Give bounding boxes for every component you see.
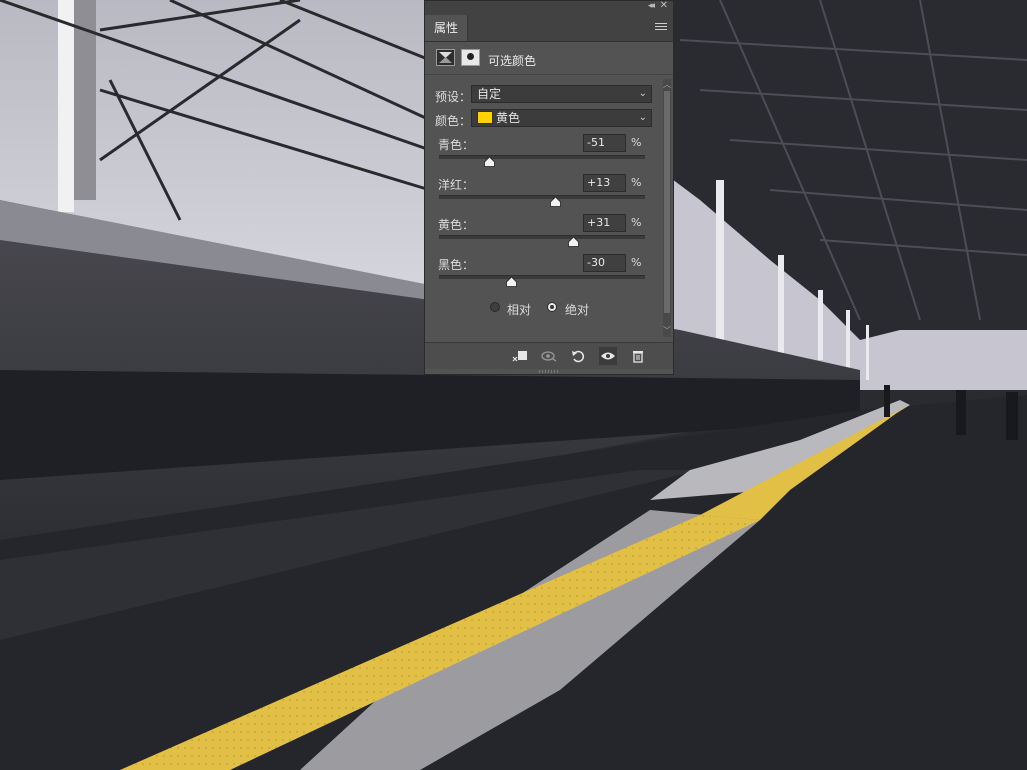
slider-thumb[interactable] xyxy=(568,237,580,247)
resize-grip[interactable] xyxy=(539,370,559,373)
clip-to-layer-icon[interactable] xyxy=(511,347,529,365)
slider-value-input[interactable]: -30 xyxy=(583,254,626,272)
preset-value: 自定 xyxy=(477,87,502,101)
slider-thumb[interactable] xyxy=(484,157,495,167)
panel-scrollbar[interactable]: ︿ ﹀ xyxy=(663,79,671,337)
properties-panel: ◂◂ ✕ 属性 可选颜色 预设： 自定 ⌄ 颜色： 黄色 ⌄ 青色： -51% 洋红… xyxy=(424,0,674,375)
panel-menu-icon[interactable] xyxy=(655,21,667,33)
close-icon[interactable]: ✕ xyxy=(660,0,668,11)
selective-color-icon[interactable] xyxy=(436,49,455,66)
collapse-icon[interactable]: ◂◂ xyxy=(648,1,655,11)
visibility-eye-icon[interactable] xyxy=(599,347,617,365)
preset-label: 预设： xyxy=(435,90,472,104)
scroll-up-icon[interactable]: ︿ xyxy=(663,79,671,90)
slider-track[interactable] xyxy=(439,275,645,279)
chevron-down-icon: ⌄ xyxy=(638,88,647,99)
tab-properties[interactable]: 属性 xyxy=(425,15,468,41)
layer-mask-icon[interactable] xyxy=(461,49,480,66)
panel-footer xyxy=(425,342,673,369)
slider-label: 青色： xyxy=(438,138,475,152)
relative-radio[interactable] xyxy=(490,302,500,312)
absolute-label: 绝对 xyxy=(565,303,590,317)
percent-unit: % xyxy=(631,176,642,189)
panel-title: 可选颜色 xyxy=(488,54,537,68)
slider-label: 洋红： xyxy=(438,178,475,192)
color-swatch xyxy=(477,111,493,124)
color-dropdown[interactable]: 黄色 ⌄ xyxy=(471,109,652,127)
color-label: 颜色： xyxy=(435,114,472,128)
view-previous-state-icon[interactable] xyxy=(540,347,558,365)
preset-dropdown[interactable]: 自定 ⌄ xyxy=(471,85,652,103)
absolute-radio[interactable] xyxy=(547,302,557,312)
slider-track[interactable] xyxy=(439,155,645,159)
color-value: 黄色 xyxy=(496,111,521,125)
percent-unit: % xyxy=(631,216,642,229)
slider-value-input[interactable]: +31 xyxy=(583,214,626,232)
slider-label: 黄色： xyxy=(438,218,475,232)
panel-top-strip: ◂◂ ✕ xyxy=(425,0,673,15)
slider-value-input[interactable]: +13 xyxy=(583,174,626,192)
slider-thumb[interactable] xyxy=(505,277,517,287)
relative-label: 相对 xyxy=(507,303,532,317)
slider-track[interactable] xyxy=(439,195,645,199)
slider-label: 黑色： xyxy=(438,258,475,272)
reset-icon[interactable] xyxy=(569,347,587,365)
percent-unit: % xyxy=(631,136,642,149)
slider-thumb[interactable] xyxy=(549,197,561,207)
trash-icon[interactable] xyxy=(629,347,647,365)
slider-track[interactable] xyxy=(439,235,645,239)
scroll-down-icon[interactable]: ﹀ xyxy=(663,325,671,336)
slider-value-input[interactable]: -51 xyxy=(583,134,626,152)
scrollbar-thumb[interactable] xyxy=(664,91,670,313)
chevron-down-icon: ⌄ xyxy=(638,112,647,123)
panel-tab-bar: 属性 xyxy=(425,15,673,42)
percent-unit: % xyxy=(631,256,642,269)
